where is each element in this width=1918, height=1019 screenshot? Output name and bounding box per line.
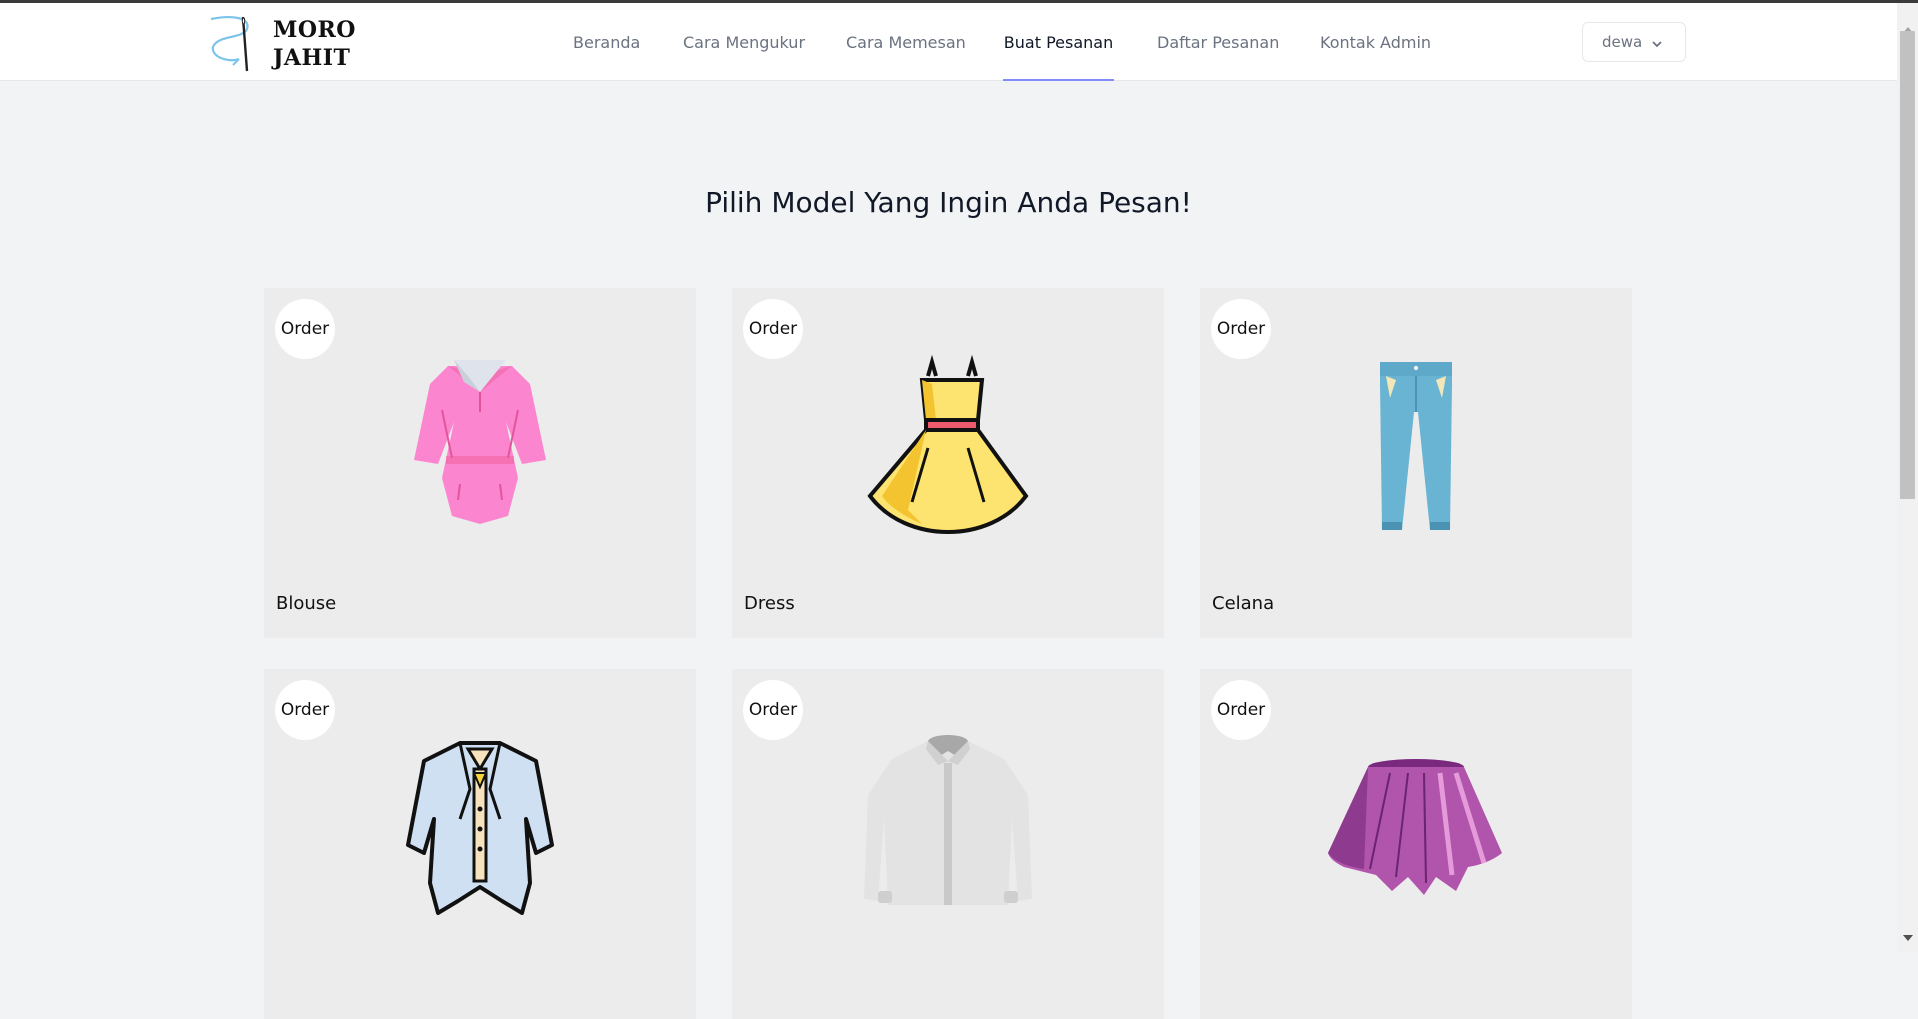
user-name: dewa	[1602, 33, 1643, 51]
product-card-skirt[interactable]: Order	[1200, 669, 1632, 1019]
card-label-dress: Dress	[744, 593, 795, 614]
card-label-blouse: Blouse	[276, 593, 337, 614]
nav-item-beranda[interactable]: Beranda	[573, 3, 640, 81]
needle-thread-icon	[210, 16, 249, 72]
nav-item-cara-mengukur[interactable]: Cara Mengukur	[683, 3, 805, 81]
nav-item-daftar-pesanan[interactable]: Daftar Pesanan	[1157, 3, 1279, 81]
order-badge[interactable]: Order	[1211, 299, 1271, 359]
order-badge[interactable]: Order	[743, 680, 803, 740]
product-card-dress[interactable]: Order Dress	[732, 288, 1164, 638]
page-title: Pilih Model Yang Ingin Anda Pesan!	[705, 186, 1192, 219]
order-badge[interactable]: Order	[1211, 680, 1271, 740]
product-card-celana[interactable]: Order Celana	[1200, 288, 1632, 638]
brand-logo[interactable]: MORO JAHIT	[207, 11, 357, 75]
order-badge[interactable]: Order	[275, 299, 335, 359]
nav-item-cara-memesan[interactable]: Cara Memesan	[846, 3, 966, 81]
scrollbar-thumb[interactable]	[1900, 31, 1915, 499]
user-dropdown-button[interactable]: dewa	[1582, 22, 1686, 62]
scroll-down-arrow-icon[interactable]	[1903, 935, 1913, 941]
brand-line-2: JAHIT	[273, 45, 351, 71]
brand-line-1: MORO	[273, 17, 356, 43]
chevron-down-icon	[1651, 36, 1663, 54]
nav-item-buat-pesanan[interactable]: Buat Pesanan	[1003, 3, 1114, 81]
product-card-shirt[interactable]: Order	[732, 669, 1164, 1019]
order-badge[interactable]: Order	[275, 680, 335, 740]
nav-item-kontak-admin[interactable]: Kontak Admin	[1320, 3, 1431, 81]
page-scrollbar[interactable]	[1897, 3, 1918, 952]
navbar: MORO JAHIT Beranda Cara Mengukur Cara Me…	[0, 3, 1897, 81]
order-badge[interactable]: Order	[743, 299, 803, 359]
card-label-celana: Celana	[1212, 593, 1275, 614]
product-card-coat[interactable]: Order	[264, 669, 696, 1019]
product-card-blouse[interactable]: Order Blouse	[264, 288, 696, 638]
